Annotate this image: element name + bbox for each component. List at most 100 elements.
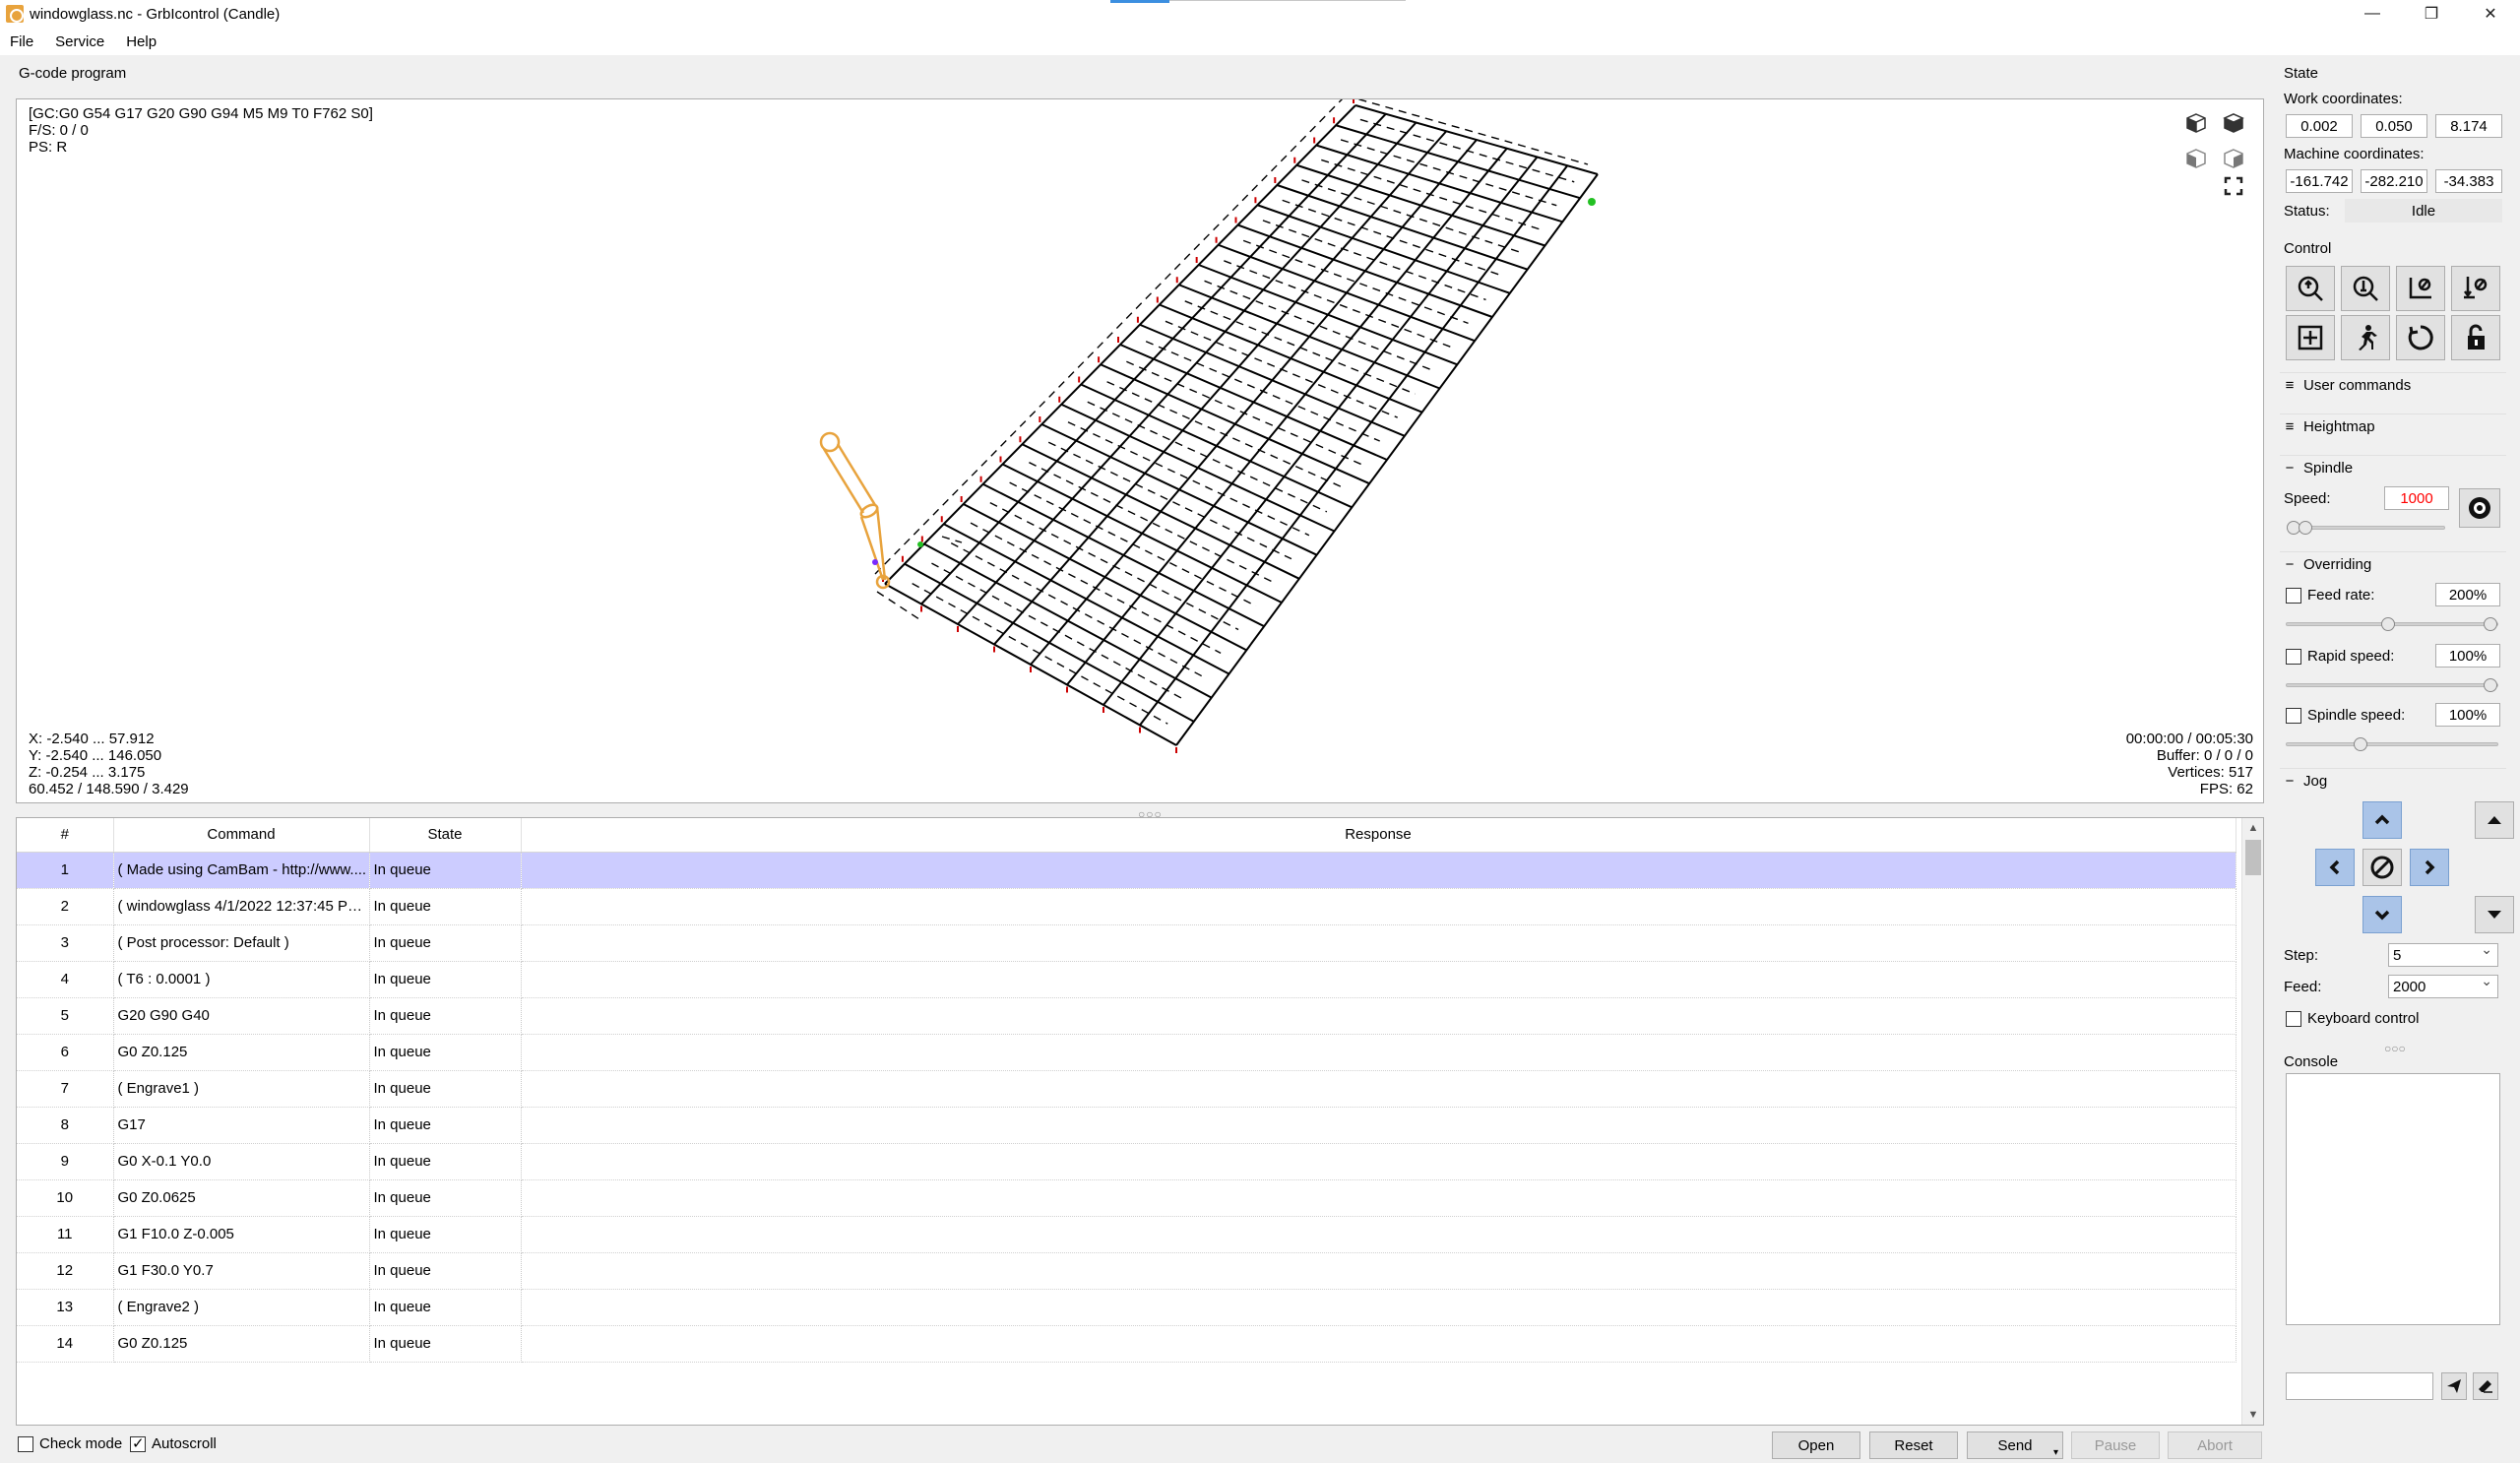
jog-feed-select[interactable]: 2000 [2388,973,2498,998]
triangle-down-icon [2488,911,2501,919]
jog-step-select[interactable]: 5 [2388,941,2498,967]
close-button[interactable]: ✕ [2461,0,2520,28]
spindle-speed-field[interactable]: 1000 [2384,486,2449,510]
rapid-speed-field[interactable]: 100% [2435,644,2500,668]
command-cell: G0 Z0.125 [113,1325,370,1363]
jog-z-plus-button[interactable] [2475,801,2514,839]
spindle-slider[interactable] [2287,521,2445,535]
jog-x-plus-button[interactable] [2410,849,2449,886]
jog-y-plus-button[interactable] [2362,801,2402,839]
feed-slider-knob[interactable] [2484,617,2497,631]
soft-reset-button[interactable] [2396,315,2445,360]
table-row[interactable]: 14 G0 Z0.125 In queue [17,1325,2236,1363]
heightmap-section[interactable]: ≡ Heightmap [2280,413,2506,439]
table-row[interactable]: 2( windowglass 4/1/2022 12:37:45 PM ) In … [17,888,2236,925]
restore-origin-button[interactable] [2286,315,2335,360]
console-send-button[interactable] [2441,1372,2467,1400]
minimize-button[interactable]: — [2343,0,2402,28]
checkbox-checked-icon[interactable] [130,1434,146,1452]
jog-stop-button[interactable] [2362,849,2402,886]
menu-help[interactable]: Help [126,33,157,50]
table-row[interactable]: 1( Made using CamBam - http://www.... In … [17,852,2236,889]
checkbox-icon[interactable] [2286,587,2301,604]
rapid-speed-checkbox[interactable]: Rapid speed: [2286,648,2394,665]
spindle-toggle-button[interactable] [2459,488,2500,528]
zero-probe-button[interactable] [2341,266,2390,311]
rapid-speed-slider[interactable] [2286,678,2498,692]
table-row[interactable]: 3( Post processor: Default ) In queue [17,924,2236,962]
scroll-up-icon[interactable]: ▲ [2242,818,2263,838]
3d-viewport[interactable]: [GC:G0 G54 G17 G20 G90 G94 M5 M9 T0 F762… [16,98,2264,803]
column-header-command[interactable]: Command [113,818,370,853]
table-row[interactable]: 9 G0 X-0.1 Y0.0 In queue [17,1143,2236,1180]
jog-x-minus-button[interactable] [2315,849,2355,886]
console-output[interactable] [2286,1073,2500,1325]
jog-z-minus-button[interactable] [2475,896,2514,933]
feed-slider-knob[interactable] [2381,617,2395,631]
console-input[interactable] [2286,1372,2433,1400]
table-row[interactable]: 12 G1 F30.0 Y0.7 In queue [17,1252,2236,1290]
scroll-thumb[interactable] [2245,840,2261,875]
zero-z-button[interactable] [2451,266,2500,311]
console-clear-button[interactable] [2473,1372,2498,1400]
table-row[interactable]: 6 G0 Z0.125 In queue [17,1034,2236,1071]
menu-file[interactable]: File [10,33,33,50]
spindle-section[interactable]: − Spindle [2280,455,2506,480]
checkbox-icon[interactable] [18,1435,33,1452]
table-row[interactable]: 11 G1 F10.0 Z-0.005 In queue [17,1216,2236,1253]
keyboard-control-checkbox[interactable]: Keyboard control [2286,1010,2419,1027]
gcode-table[interactable]: # Command State Response 1( Made using C… [16,817,2264,1426]
table-row[interactable]: 13( Engrave2 ) In queue [17,1289,2236,1326]
table-row[interactable]: 5 G20 G90 G40 In queue [17,997,2236,1035]
overriding-section[interactable]: − Overriding [2280,551,2506,577]
jog-section[interactable]: − Jog [2280,768,2506,794]
reset-circle-icon [2408,325,2433,350]
column-header-number[interactable]: # [17,818,114,853]
table-scrollbar[interactable]: ▲ ▼ [2241,818,2263,1425]
checkbox-icon[interactable] [2286,1010,2301,1027]
feed-rate-slider[interactable] [2286,617,2498,631]
control-title: Control [2284,240,2332,257]
state-cell: In queue [369,1325,522,1363]
command-cell: ( Made using CamBam - http://www.... [113,852,370,889]
user-commands-section[interactable]: ≡ User commands [2280,372,2506,398]
maximize-button[interactable]: ❐ [2402,0,2461,28]
check-mode-checkbox[interactable]: Check mode [18,1435,122,1452]
safe-position-button[interactable] [2341,315,2390,360]
spindle-override-knob[interactable] [2354,737,2367,751]
send-button[interactable]: Send ▾ [1967,1431,2063,1459]
gcode-group-label: G-code program [19,65,127,82]
autoscroll-checkbox[interactable]: Autoscroll [130,1434,217,1452]
spindle-override-slider[interactable] [2286,737,2498,751]
panel-splitter-handle[interactable]: ○○○ [2384,1042,2406,1055]
scroll-down-icon[interactable]: ▼ [2242,1405,2263,1425]
spindle-speed-override-field[interactable]: 100% [2435,703,2500,727]
send-dropdown-icon[interactable]: ▾ [2053,1447,2058,1458]
abort-button[interactable]: Abort [2168,1431,2262,1459]
table-row[interactable]: 8 G17 In queue [17,1107,2236,1144]
spindle-speed-checkbox[interactable]: Spindle speed: [2286,707,2405,724]
restore-origin-icon [2298,325,2323,350]
table-row[interactable]: 10 G0 Z0.0625 In queue [17,1179,2236,1217]
feed-rate-field[interactable]: 200% [2435,583,2500,606]
pause-button[interactable]: Pause [2071,1431,2160,1459]
collapse-icon: − [2285,460,2295,477]
checkbox-icon[interactable] [2286,648,2301,665]
reset-button[interactable]: Reset [1869,1431,1958,1459]
column-header-response[interactable]: Response [521,818,2236,853]
zero-xy-button[interactable] [2396,266,2445,311]
table-row[interactable]: 7( Engrave1 ) In queue [17,1070,2236,1108]
jog-y-minus-button[interactable] [2362,896,2402,933]
stop-icon [2370,856,2394,879]
menu-service[interactable]: Service [55,33,104,50]
checkbox-icon[interactable] [2286,707,2301,724]
spindle-slider-knob[interactable] [2299,521,2312,535]
rapid-slider-knob[interactable] [2484,678,2497,692]
command-cell: ( Engrave1 ) [113,1070,370,1108]
open-button[interactable]: Open [1772,1431,1860,1459]
home-button[interactable] [2286,266,2335,311]
table-row[interactable]: 4( T6 : 0.0001 ) In queue [17,961,2236,998]
feed-rate-checkbox[interactable]: Feed rate: [2286,587,2374,604]
column-header-state[interactable]: State [369,818,522,853]
unlock-button[interactable] [2451,315,2500,360]
